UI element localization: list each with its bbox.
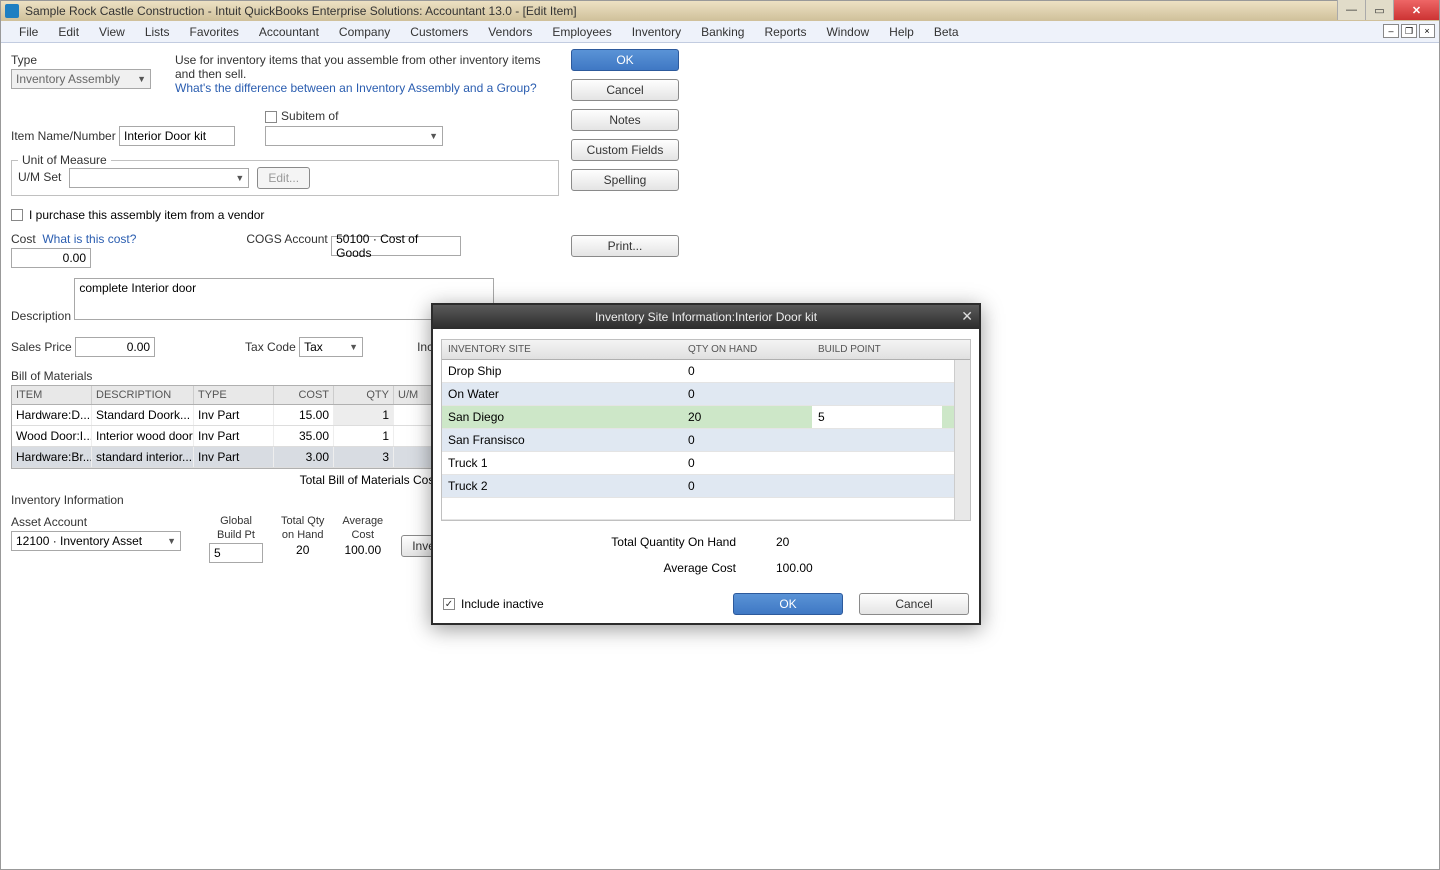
- site-row-empty[interactable]: [442, 498, 970, 520]
- average-cost-value: 100.00: [776, 561, 836, 575]
- total-qty-on-hand-value: 20: [776, 535, 836, 549]
- uom-edit-button[interactable]: Edit...: [257, 167, 310, 189]
- menu-window[interactable]: Window: [816, 21, 879, 42]
- subitem-select[interactable]: ▼: [265, 126, 443, 146]
- uom-legend: Unit of Measure: [18, 153, 111, 167]
- mdi-minimize[interactable]: –: [1383, 24, 1399, 38]
- menu-customers[interactable]: Customers: [400, 21, 478, 42]
- tax-code-label: Tax Code: [245, 340, 296, 354]
- dialog-titlebar: Inventory Site Information:Interior Door…: [433, 305, 979, 329]
- scrollbar[interactable]: [954, 360, 970, 520]
- menu-accountant[interactable]: Accountant: [249, 21, 329, 42]
- bom-table: ITEM DESCRIPTION TYPE COST QTY U/M Hardw…: [11, 385, 441, 469]
- menubar: File Edit View Lists Favorites Accountan…: [1, 21, 1439, 43]
- bom-col-um: U/M: [394, 386, 434, 404]
- site-row[interactable]: Truck 1 0: [442, 452, 970, 475]
- total-qty-on-hand-label: Total Quantity On Hand: [576, 535, 736, 549]
- mdi-close[interactable]: ×: [1419, 24, 1435, 38]
- app-icon: [5, 4, 19, 18]
- site-table: INVENTORY SITE QTY ON HAND BUILD POINT D…: [441, 339, 971, 521]
- site-row[interactable]: On Water 0: [442, 383, 970, 406]
- site-row[interactable]: San Fransisco 0: [442, 429, 970, 452]
- menu-help[interactable]: Help: [879, 21, 924, 42]
- menu-beta[interactable]: Beta: [924, 21, 969, 42]
- cogs-select[interactable]: 50100 · Cost of Goods: [331, 236, 461, 256]
- chevron-down-icon: ▼: [167, 536, 176, 546]
- dialog-close-icon[interactable]: ✕: [961, 308, 973, 325]
- dialog-ok-button[interactable]: OK: [733, 593, 843, 615]
- subitem-checkbox[interactable]: [265, 111, 277, 123]
- include-inactive-label: Include inactive: [461, 597, 544, 611]
- site-row[interactable]: Truck 2 0: [442, 475, 970, 498]
- close-button[interactable]: ✕: [1393, 0, 1439, 20]
- type-help-text: Use for inventory items that you assembl…: [175, 53, 555, 81]
- type-value: Inventory Assembly: [16, 72, 120, 86]
- menu-inventory[interactable]: Inventory: [622, 21, 691, 42]
- asset-account-label: Asset Account: [11, 515, 87, 529]
- menu-favorites[interactable]: Favorites: [180, 21, 249, 42]
- subitem-label: Subitem of: [281, 109, 338, 123]
- inventory-site-info-dialog: Inventory Site Information:Interior Door…: [431, 303, 981, 625]
- total-qty-value: 20: [296, 543, 309, 557]
- bom-row[interactable]: Hardware:Br... standard interior... Inv …: [12, 447, 440, 468]
- asset-account-select[interactable]: 12100 · Inventory Asset▼: [11, 531, 181, 551]
- bom-col-type: TYPE: [194, 386, 274, 404]
- purchase-vendor-checkbox[interactable]: [11, 209, 23, 221]
- item-name-label: Item Name/Number: [11, 129, 116, 143]
- menu-edit[interactable]: Edit: [48, 21, 89, 42]
- site-row[interactable]: San Diego 20 5: [442, 406, 970, 429]
- menu-company[interactable]: Company: [329, 21, 400, 42]
- cost-input[interactable]: [11, 248, 91, 268]
- menu-banking[interactable]: Banking: [691, 21, 754, 42]
- menu-vendors[interactable]: Vendors: [478, 21, 542, 42]
- purchase-vendor-label: I purchase this assembly item from a ven…: [29, 208, 264, 222]
- uom-select[interactable]: ▼: [69, 168, 249, 188]
- site-col-bp: BUILD POINT: [812, 340, 942, 359]
- bom-label: Bill of Materials: [11, 369, 92, 383]
- bom-row[interactable]: Hardware:D... Standard Doork... Inv Part…: [12, 405, 440, 426]
- maximize-button[interactable]: ▭: [1365, 0, 1393, 20]
- sales-price-label: Sales Price: [11, 340, 72, 354]
- avg-cost-value: 100.00: [344, 543, 381, 557]
- uom-label: U/M Set: [18, 170, 61, 184]
- cost-help-link[interactable]: What is this cost?: [42, 232, 136, 246]
- bom-col-item: ITEM: [12, 386, 92, 404]
- description-label: Description: [11, 309, 71, 323]
- mdi-restore[interactable]: ❐: [1401, 24, 1417, 38]
- sales-price-input[interactable]: [75, 337, 155, 357]
- bom-row[interactable]: Wood Door:I... Interior wood door Inv Pa…: [12, 426, 440, 447]
- dialog-title: Inventory Site Information:Interior Door…: [595, 310, 817, 324]
- bom-total-label: Total Bill of Materials Cost:: [11, 473, 441, 487]
- inventory-info-label: Inventory Information: [11, 493, 124, 507]
- menu-file[interactable]: File: [9, 21, 48, 42]
- menu-lists[interactable]: Lists: [135, 21, 180, 42]
- type-select[interactable]: Inventory Assembly ▼: [11, 69, 151, 89]
- chevron-down-icon: ▼: [349, 342, 358, 352]
- menu-view[interactable]: View: [89, 21, 135, 42]
- titlebar: Sample Rock Castle Construction - Intuit…: [1, 1, 1439, 21]
- menu-employees[interactable]: Employees: [542, 21, 621, 42]
- menu-reports[interactable]: Reports: [754, 21, 816, 42]
- site-row[interactable]: Drop Ship 0: [442, 360, 970, 383]
- cogs-label: COGS Account: [246, 232, 327, 246]
- type-label: Type: [11, 53, 37, 67]
- dialog-cancel-button[interactable]: Cancel: [859, 593, 969, 615]
- tax-code-select[interactable]: Tax▼: [299, 337, 363, 357]
- chevron-down-icon: ▼: [429, 131, 438, 141]
- minimize-button[interactable]: —: [1337, 0, 1365, 20]
- item-name-input[interactable]: [119, 126, 235, 146]
- window-title: Sample Rock Castle Construction - Intuit…: [25, 4, 577, 18]
- chevron-down-icon: ▼: [235, 173, 244, 183]
- site-col-qty: QTY ON HAND: [682, 340, 812, 359]
- chevron-down-icon: ▼: [137, 74, 146, 84]
- site-col-site: INVENTORY SITE: [442, 340, 682, 359]
- bom-col-desc: DESCRIPTION: [92, 386, 194, 404]
- bom-col-cost: COST: [274, 386, 334, 404]
- type-help-link[interactable]: What's the difference between an Invento…: [175, 81, 555, 95]
- global-build-pt-input[interactable]: [209, 543, 263, 563]
- bom-col-qty: QTY: [334, 386, 394, 404]
- average-cost-label: Average Cost: [576, 561, 736, 575]
- cost-label: Cost: [11, 232, 36, 246]
- include-inactive-checkbox[interactable]: [443, 598, 455, 610]
